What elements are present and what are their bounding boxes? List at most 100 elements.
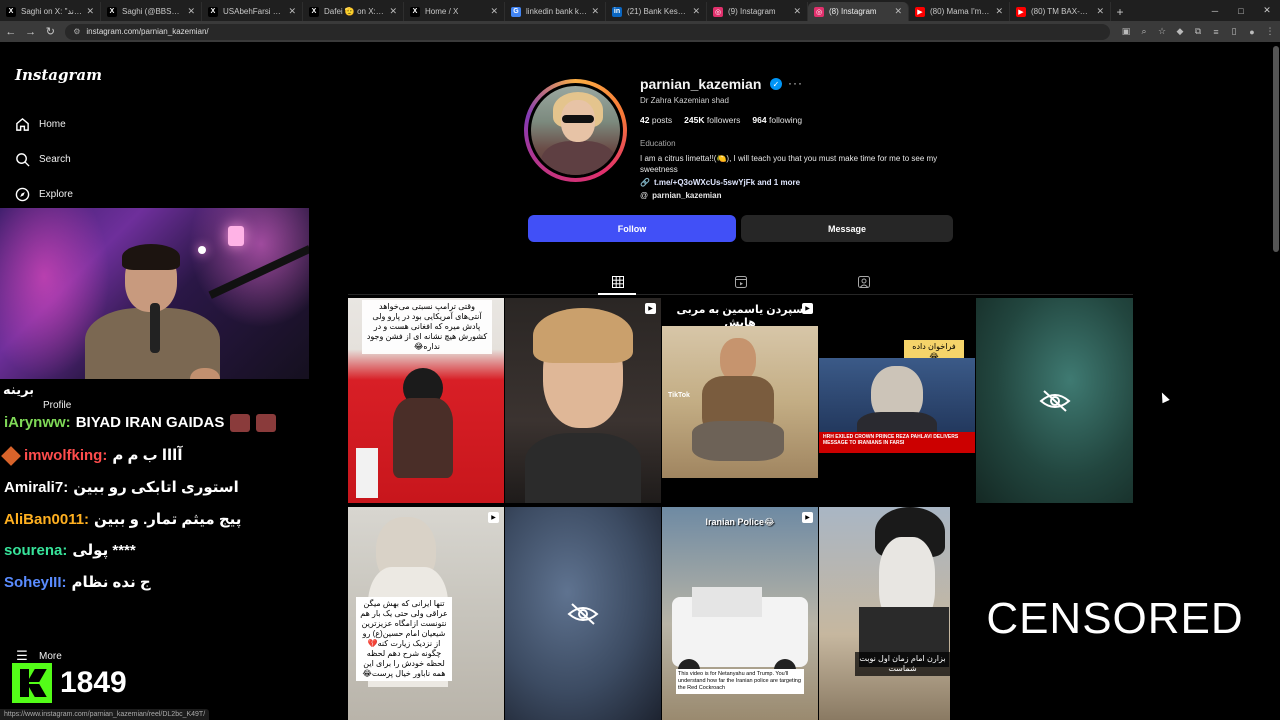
tab-title: (80) TM BAX-MEYDOON bbox=[1031, 7, 1092, 16]
post-tile[interactable]: ▶ Iranian Police😂 This video is for Neta… bbox=[662, 507, 818, 720]
chat-emote-icon bbox=[256, 414, 277, 433]
bookmark-star-icon[interactable]: ☆ bbox=[1154, 24, 1170, 40]
verified-badge-icon: ✓ bbox=[770, 78, 782, 90]
profile-username: parnian_kazemian bbox=[640, 76, 762, 92]
zoom-icon[interactable]: ⌕ bbox=[1136, 24, 1152, 40]
tab-close-icon[interactable]: ✕ bbox=[389, 6, 397, 17]
tab-favicon-icon: X bbox=[107, 6, 117, 17]
tab-tagged[interactable] bbox=[857, 275, 871, 289]
install-icon[interactable]: ▣ bbox=[1118, 24, 1134, 40]
tab-reels[interactable] bbox=[734, 275, 748, 289]
status-url: https://www.instagram.com/parnian_kazemi… bbox=[0, 709, 210, 720]
browser-tab[interactable]: ▶ (80) Mama I'm a criminal ✕ bbox=[909, 2, 1010, 21]
kick-logo-icon bbox=[12, 663, 52, 703]
tab-close-icon[interactable]: ✕ bbox=[894, 6, 902, 17]
sidebar-item-search[interactable]: Search bbox=[14, 151, 71, 167]
minimize-icon[interactable]: ─ bbox=[1202, 0, 1228, 21]
grid-icon bbox=[612, 276, 624, 288]
sidebar-item-more[interactable]: ☰ More bbox=[14, 648, 62, 664]
tab-close-icon[interactable]: ✕ bbox=[591, 6, 599, 17]
tab-close-icon[interactable]: ✕ bbox=[995, 6, 1003, 17]
tab-favicon-icon: X bbox=[208, 6, 218, 17]
active-tab-indicator bbox=[598, 293, 636, 295]
post-caption: وقتی ترامپ نسبتی می‌خواهد آنتی‌های آمریک… bbox=[362, 300, 492, 354]
sidebar-item-profile[interactable]: Profile bbox=[18, 397, 71, 413]
tab-close-icon[interactable]: ✕ bbox=[692, 6, 700, 17]
tab-favicon-icon: X bbox=[6, 6, 16, 17]
browser-tab[interactable]: ◎ (8) Instagram ✕ bbox=[808, 2, 909, 21]
tab-title: linkedin bank keshavarzi bbox=[526, 7, 588, 16]
close-icon[interactable]: ✕ bbox=[1254, 0, 1280, 21]
tab-title: (21) Bank Keshavarzi Ove bbox=[627, 7, 688, 16]
post-tile[interactable]: ▶ تنها ایرانی که بهش میگن عراقی ولی حتی … bbox=[348, 507, 504, 720]
browser-tab[interactable]: ◎ (9) Instagram ✕ bbox=[707, 2, 808, 21]
post-tile-hidden[interactable] bbox=[976, 298, 1133, 503]
browser-tab[interactable]: X USAbehFarsi on X: "سهم" ✕ bbox=[202, 2, 303, 21]
chat-username: sourena: bbox=[4, 542, 68, 559]
tab-close-icon[interactable]: ✕ bbox=[490, 6, 498, 17]
post-tile[interactable]: ▶ bbox=[505, 298, 661, 503]
chat-username: imwolfking: bbox=[24, 447, 108, 464]
browser-tab[interactable]: X Dafei 🫡 on X: "پوشش" ✕ bbox=[303, 2, 404, 21]
site-info-icon[interactable]: ⚙ bbox=[73, 27, 80, 36]
tab-title: (80) Mama I'm a criminal bbox=[930, 7, 991, 16]
profile-avatar[interactable] bbox=[524, 79, 627, 182]
menu-icon[interactable]: ⋮ bbox=[1262, 24, 1278, 40]
address-bar[interactable]: ⚙ instagram.com/parnian_kazemian/ bbox=[65, 23, 1110, 40]
tab-close-icon[interactable]: ✕ bbox=[187, 6, 195, 17]
followers-count[interactable]: 245K followers bbox=[684, 115, 740, 125]
maximize-icon[interactable]: □ bbox=[1228, 0, 1254, 21]
browser-tab[interactable]: in (21) Bank Keshavarzi Ove ✕ bbox=[606, 2, 707, 21]
post-subtitle: This video is for Netanyahu and Trump. Y… bbox=[676, 669, 804, 694]
tab-close-icon[interactable]: ✕ bbox=[288, 6, 296, 17]
reel-icon: ▶ bbox=[488, 512, 499, 523]
threads-link[interactable]: @ parnian_kazemian bbox=[640, 191, 722, 200]
chat-username: AliBan0011: bbox=[4, 511, 90, 528]
sidepanel-icon[interactable]: ▯ bbox=[1226, 24, 1242, 40]
tab-close-icon[interactable]: ✕ bbox=[793, 6, 801, 17]
new-tab-button[interactable]: + bbox=[1111, 2, 1129, 21]
browser-tab[interactable]: Glinkedin bank keshavarzi✕ bbox=[505, 2, 606, 21]
sidebar-item-home[interactable]: Home bbox=[14, 116, 66, 132]
post-caption: تنها ایرانی که بهش میگن عراقی ولی حتی یک… bbox=[356, 597, 452, 681]
tab-favicon-icon: in bbox=[612, 6, 622, 17]
post-tile[interactable]: فراخوان داده😂 HRH EXILED CROWN PRINCE RE… bbox=[819, 298, 975, 503]
browser-tab[interactable]: ▶ (80) TM BAX-MEYDOON ✕ bbox=[1010, 2, 1111, 21]
tab-close-icon[interactable]: ✕ bbox=[86, 6, 94, 17]
chat-message: iArynww: BIYAD IRAN GAIDAS bbox=[4, 414, 277, 433]
extension-icon[interactable]: ◆ bbox=[1172, 24, 1188, 40]
tab-favicon-icon: X bbox=[309, 6, 319, 17]
censored-label: CENSORED bbox=[986, 594, 1244, 643]
chat-text: BIYAD IRAN GAIDAS bbox=[75, 414, 225, 431]
tab-close-icon[interactable]: ✕ bbox=[1096, 6, 1104, 17]
post-tile[interactable]: ▶ سپردن یاسمین به مربی هایش TikTok bbox=[662, 298, 818, 503]
news-ticker: HRH EXILED CROWN PRINCE REZA PAHLAVI DEL… bbox=[823, 434, 959, 446]
media-icon[interactable]: ≡ bbox=[1208, 24, 1224, 40]
follow-button[interactable]: Follow bbox=[528, 215, 736, 242]
avatar-icon[interactable]: ● bbox=[1244, 24, 1260, 40]
tab-title: Saghi on X: "با ما هم ندارند" bbox=[21, 7, 82, 16]
tab-posts[interactable] bbox=[611, 275, 625, 289]
forward-icon[interactable]: → bbox=[22, 23, 40, 41]
instagram-logo[interactable]: Instagram bbox=[15, 66, 102, 84]
extensions-icon[interactable]: ⧉ bbox=[1190, 24, 1206, 40]
compass-icon bbox=[14, 186, 30, 202]
post-tile[interactable]: بزارن امام زمان اول نوبت شماست bbox=[819, 507, 950, 720]
browser-tab[interactable]: X Home / X ✕ bbox=[404, 2, 505, 21]
back-icon[interactable]: ← bbox=[2, 23, 20, 41]
reel-icon: ▶ bbox=[645, 303, 656, 314]
message-button[interactable]: Message bbox=[741, 215, 953, 242]
browser-tab[interactable]: X Saghi on X: "با ما هم ندارند" ✕ bbox=[0, 2, 101, 21]
home-icon bbox=[14, 116, 30, 132]
post-tile-hidden[interactable] bbox=[505, 507, 661, 720]
following-count[interactable]: 964 following bbox=[752, 115, 802, 125]
tagged-icon bbox=[858, 276, 870, 288]
reload-icon[interactable]: ↻ bbox=[41, 23, 59, 41]
sidebar-item-explore[interactable]: Explore bbox=[14, 186, 73, 202]
browser-tab[interactable]: X Saghi (@BBSS_2009) / X ✕ bbox=[101, 2, 202, 21]
post-tile[interactable]: وقتی ترامپ نسبتی می‌خواهد آنتی‌های آمریک… bbox=[348, 298, 504, 503]
more-options-icon[interactable]: ··· bbox=[788, 76, 803, 90]
sidebar-item-label: Explore bbox=[39, 188, 73, 200]
profile-link[interactable]: 🔗 t.me/+Q3oWXcUs-5swYjFk and 1 more bbox=[640, 178, 800, 187]
page-scrollbar[interactable] bbox=[1273, 46, 1279, 252]
